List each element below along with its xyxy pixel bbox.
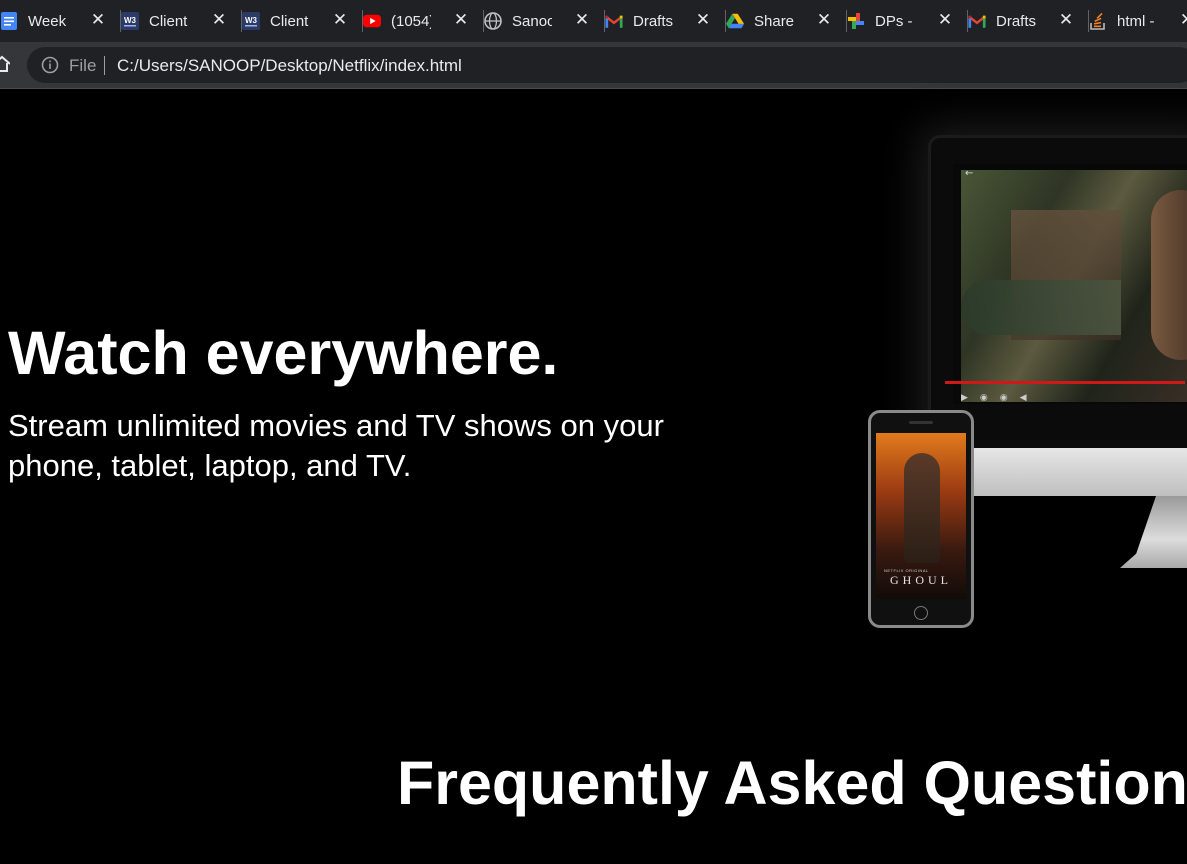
svg-text:W3: W3	[245, 16, 258, 25]
tab-title: (1054)	[391, 12, 431, 30]
google-drive-icon	[726, 12, 744, 30]
tab-shared[interactable]: Share ✕	[726, 0, 847, 42]
close-icon[interactable]: ✕	[573, 10, 591, 30]
monitor-chin	[969, 448, 1187, 496]
globe-icon	[484, 12, 502, 30]
google-photos-icon	[847, 12, 865, 30]
w3layouts-icon: W3	[242, 12, 260, 30]
monitor-stand	[1120, 496, 1187, 568]
video-scene-arm	[961, 280, 1121, 335]
close-icon[interactable]: ✕	[1178, 10, 1187, 30]
tab-youtube[interactable]: (1054) ✕	[363, 0, 484, 42]
tab-html[interactable]: html - ✕	[1089, 0, 1187, 42]
stackoverflow-icon	[1089, 12, 1107, 30]
tab-client-2[interactable]: W3 Client ✕	[242, 0, 363, 42]
phone-image: NETFLIX ORIGINAL GHOUL	[868, 410, 974, 628]
tab-title: Sanoo	[512, 12, 552, 30]
close-icon[interactable]: ✕	[452, 10, 470, 30]
poster-title: GHOUL	[890, 573, 952, 587]
poster-figure	[904, 453, 940, 563]
phone-speaker	[909, 421, 933, 424]
monitor-image: ← ▶◉◉◀	[928, 135, 1187, 451]
video-controls-icon: ▶◉◉◀	[961, 393, 1039, 403]
tab-sanoop[interactable]: Sanoo ✕	[484, 0, 605, 42]
gmail-icon	[968, 12, 986, 30]
address-bar[interactable]: File C:/Users/SANOOP/Desktop/Netflix/ind…	[27, 47, 1187, 83]
tab-title: DPs -	[875, 12, 913, 30]
page-headline: Watch everywhere.	[8, 319, 559, 387]
w3layouts-icon: W3	[121, 12, 139, 30]
close-icon[interactable]: ✕	[694, 10, 712, 30]
url-text[interactable]: C:/Users/SANOOP/Desktop/Netflix/index.ht…	[117, 56, 462, 76]
svg-text:W3: W3	[124, 16, 137, 25]
close-icon[interactable]: ✕	[815, 10, 833, 30]
close-icon[interactable]: ✕	[331, 10, 349, 30]
tab-drafts-1[interactable]: Drafts ✕	[605, 0, 726, 42]
close-icon[interactable]: ✕	[936, 10, 954, 30]
tab-dps[interactable]: DPs - ✕	[847, 0, 968, 42]
tab-title: Share	[754, 12, 794, 30]
youtube-icon	[363, 12, 381, 30]
video-progress-bar	[945, 381, 1185, 384]
home-icon[interactable]	[0, 54, 11, 74]
info-icon[interactable]	[41, 56, 59, 74]
tab-client-1[interactable]: W3 Client ✕	[121, 0, 242, 42]
gmail-icon	[605, 12, 623, 30]
google-docs-icon	[0, 12, 18, 30]
monitor-screen	[953, 164, 1187, 404]
close-icon[interactable]: ✕	[210, 10, 228, 30]
site-scheme-label[interactable]: File	[69, 56, 96, 76]
tab-drafts-2[interactable]: Drafts ✕	[968, 0, 1089, 42]
tab-title: Drafts	[633, 12, 673, 30]
address-divider	[104, 56, 105, 75]
tab-strip: Week ✕ W3 Client ✕ W3 Client ✕ (1054) ✕ …	[0, 0, 1187, 42]
page-subtext: Stream unlimited movies and TV shows on …	[8, 408, 664, 483]
close-icon[interactable]: ✕	[89, 10, 107, 30]
faq-heading: Frequently Asked Questions	[397, 749, 1187, 817]
close-icon[interactable]: ✕	[1057, 10, 1075, 30]
tab-title: Client	[149, 12, 188, 30]
phone-home-button	[914, 606, 928, 620]
video-frame	[961, 170, 1187, 402]
tab-title: Week	[28, 12, 67, 30]
video-scene-person	[1151, 190, 1187, 360]
tab-week[interactable]: Week ✕	[0, 0, 121, 42]
tab-title: Client	[270, 12, 309, 30]
phone-poster: NETFLIX ORIGINAL GHOUL	[876, 433, 966, 599]
tab-title: html -	[1117, 12, 1155, 30]
back-arrow-icon: ←	[965, 168, 974, 179]
browser-toolbar: File C:/Users/SANOOP/Desktop/Netflix/ind…	[0, 42, 1187, 89]
tab-title: Drafts	[996, 12, 1036, 30]
